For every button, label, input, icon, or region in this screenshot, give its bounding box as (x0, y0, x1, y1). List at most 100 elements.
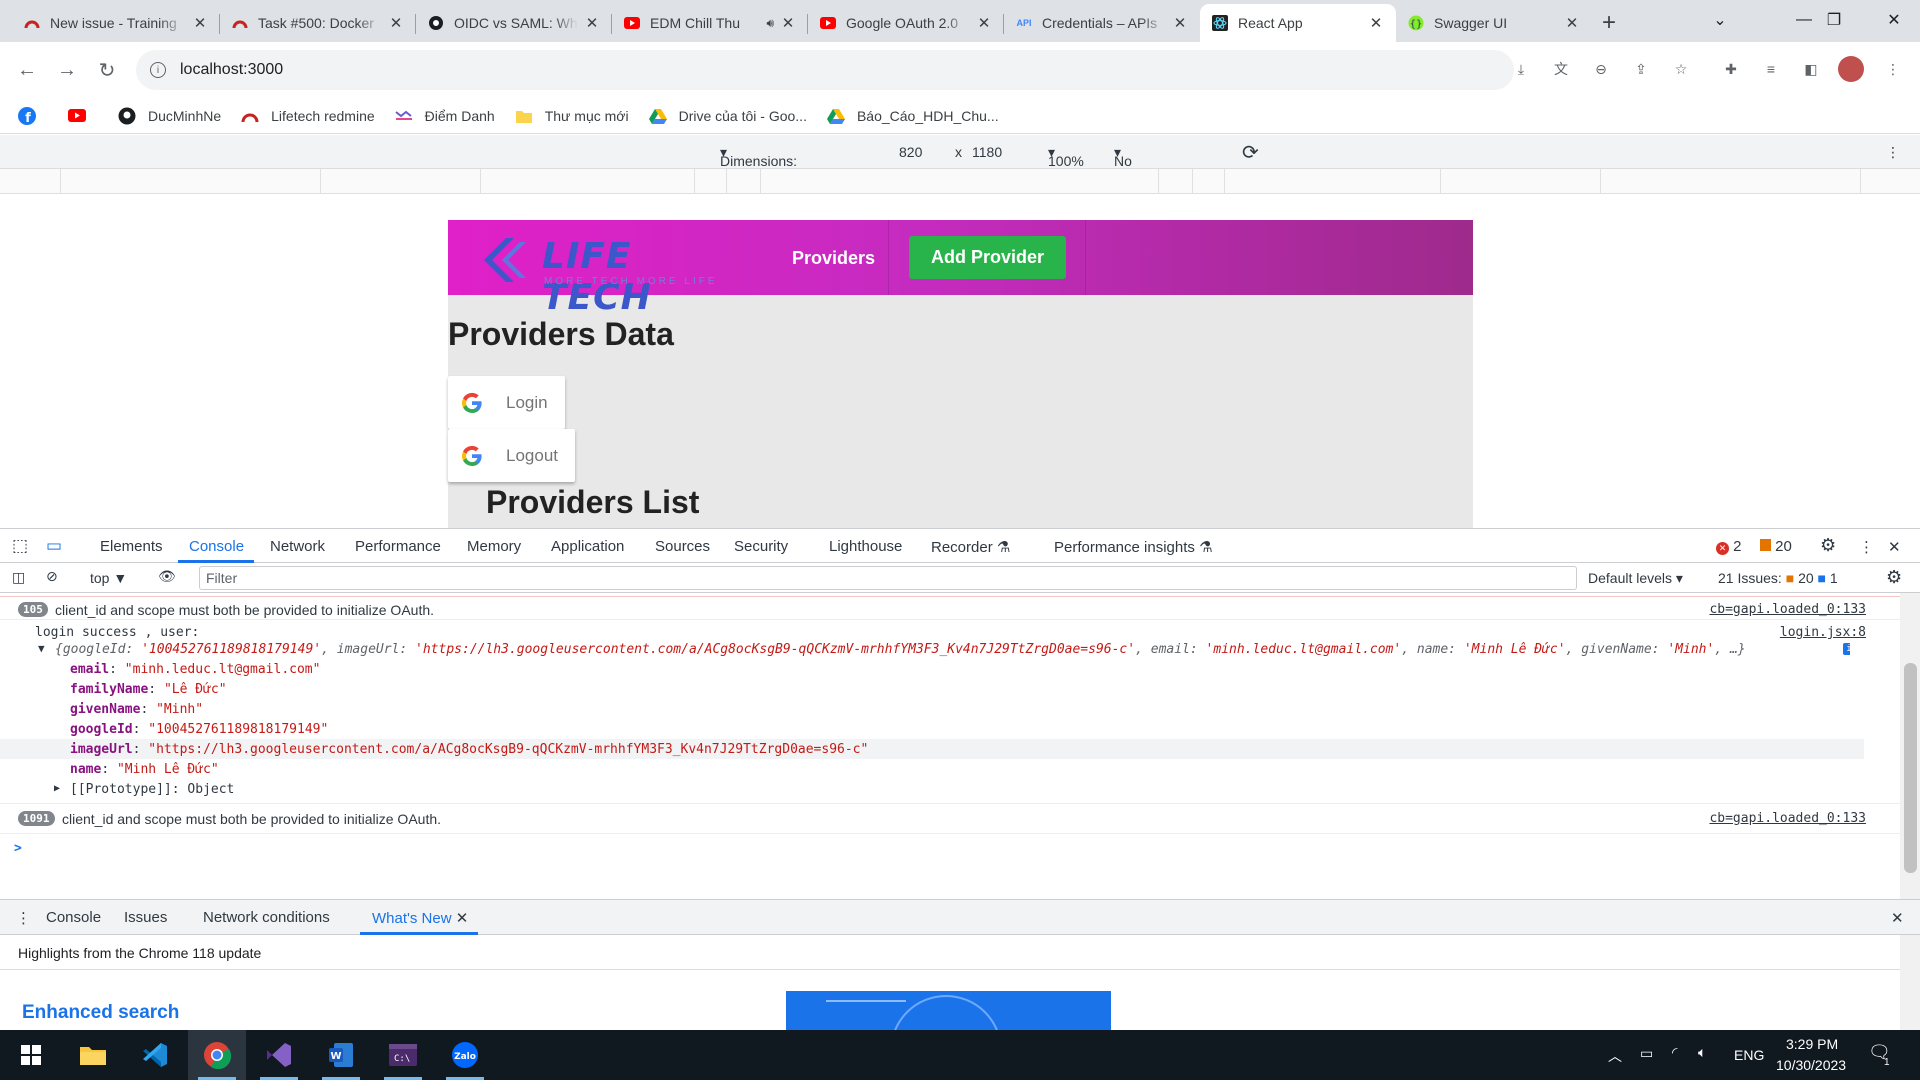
new-tab-button[interactable]: + (1592, 4, 1626, 42)
close-icon[interactable]: ✕ (388, 14, 404, 32)
tab-elements[interactable]: Elements (100, 538, 163, 555)
close-icon[interactable]: ✕ (1172, 14, 1188, 32)
close-icon[interactable]: ✕ (976, 14, 992, 32)
tab-google-oauth[interactable]: Google OAuth 2.0 ✕ (808, 4, 1004, 42)
tab-lighthouse[interactable]: Lighthouse (829, 538, 902, 555)
settings-gear-icon[interactable]: ⚙ (1820, 535, 1836, 556)
tab-oidc-vs-saml[interactable]: OIDC vs SAML: What ✕ (416, 4, 612, 42)
drawer-tab-whats-new[interactable]: What's New ✕ (372, 909, 468, 927)
tray-chevron-icon[interactable]: ︿ (1608, 1046, 1622, 1066)
file-explorer-icon[interactable] (64, 1030, 122, 1080)
tab-sources[interactable]: Sources (655, 538, 710, 555)
source-link[interactable]: login.jsx:8 (1780, 625, 1866, 640)
start-button[interactable] (2, 1030, 60, 1080)
close-drawer-icon[interactable]: ✕ (1891, 909, 1904, 927)
google-login-button[interactable]: Login (448, 376, 565, 429)
google-logout-button[interactable]: Logout (448, 429, 575, 482)
drawer-menu-icon[interactable]: ⋮ (16, 909, 31, 927)
tab-search-icon[interactable]: ⌄ (1692, 0, 1748, 40)
bookmark-lifetech-redmine[interactable]: Lifetech redmine (241, 107, 375, 125)
install-icon[interactable]: ⤓ (1508, 56, 1534, 82)
console-prompt[interactable]: > (0, 833, 1900, 863)
tab-network[interactable]: Network (270, 538, 325, 555)
lifetech-logo[interactable]: LIFE TECH MORE TECH MORE LIFE (480, 234, 730, 318)
error-count[interactable]: ✕ 2 (1716, 538, 1742, 555)
chrome-icon[interactable] (188, 1030, 246, 1080)
zalo-icon[interactable]: Zalo (436, 1030, 494, 1080)
zoom-icon[interactable]: ⊖ (1588, 56, 1614, 82)
reload-button[interactable]: ↻ (88, 51, 126, 89)
console-scrollbar[interactable] (1900, 593, 1920, 899)
menu-kebab-icon[interactable]: ⋮ (1880, 56, 1906, 82)
tab-swagger-ui[interactable]: {} Swagger UI ✕ (1396, 4, 1592, 42)
bookmark-facebook[interactable]: f (18, 106, 48, 125)
tab-recorder[interactable]: Recorder ⚗ (931, 538, 1010, 556)
info-icon[interactable]: i (1843, 643, 1850, 655)
terminal-icon[interactable]: C:\ (374, 1030, 432, 1080)
sidebar-toggle-icon[interactable]: ◫ (12, 569, 25, 586)
restore-button[interactable]: ❐ (1806, 0, 1862, 40)
media-control-icon[interactable]: ≡ (1758, 56, 1784, 82)
tab-security[interactable]: Security (734, 538, 788, 555)
bookmark-youtube[interactable] (68, 107, 98, 125)
issues-counter[interactable]: 21 Issues: ■ 20 ■ 1 (1718, 570, 1838, 586)
device-menu-icon[interactable]: ⋮ (1886, 144, 1900, 161)
avatar[interactable] (1838, 56, 1864, 82)
device-dimensions-select[interactable]: Dimensions: iPad Air ▾ (720, 144, 797, 185)
inspect-icon[interactable]: ⬚ (12, 536, 28, 556)
tab-application[interactable]: Application (551, 538, 624, 555)
input-language[interactable]: ENG (1734, 1047, 1764, 1063)
tab-memory[interactable]: Memory (467, 538, 521, 555)
clock-time[interactable]: 3:29 PM (1786, 1036, 1838, 1052)
clock-date[interactable]: 10/30/2023 (1776, 1057, 1846, 1073)
tab-performance-insights[interactable]: Performance insights ⚗ (1054, 538, 1213, 556)
info-icon[interactable]: i (150, 62, 166, 78)
tab-new-issue[interactable]: New issue - Training ✕ (12, 4, 220, 42)
console-message[interactable]: 1091 client_id and scope must both be pr… (0, 803, 1900, 833)
visual-studio-icon[interactable] (250, 1030, 308, 1080)
rotate-icon[interactable]: ⟳ (1242, 140, 1259, 165)
forward-button[interactable]: → (48, 51, 86, 89)
warning-count[interactable]: 20 (1760, 538, 1792, 555)
object-prototype[interactable]: ▶ [[Prototype]]: Object (0, 779, 1900, 799)
device-mode-icon[interactable]: ▭ (46, 536, 62, 556)
close-icon[interactable]: ✕ (1564, 14, 1580, 32)
bookmark-bao-cao[interactable]: Báo_Cáo_HDH_Chu... (826, 107, 999, 125)
side-panel-icon[interactable]: ◧ (1798, 56, 1824, 82)
tab-task-500[interactable]: Task #500: Docker ✕ (220, 4, 416, 42)
extensions-icon[interactable]: ✚ (1718, 56, 1744, 82)
speaker-icon[interactable]: 🔊︎ (766, 16, 774, 31)
word-icon[interactable]: W (312, 1030, 370, 1080)
bookmark-star-icon[interactable]: ☆ (1668, 56, 1694, 82)
expand-triangle-icon[interactable]: ▼ (38, 642, 45, 655)
tab-console[interactable]: Console (189, 538, 244, 555)
zoom-select[interactable]: 100% ▾ (1048, 144, 1084, 169)
tab-credentials[interactable]: API Credentials – APIs ✕ (1004, 4, 1200, 42)
close-icon[interactable]: ✕ (192, 14, 208, 32)
nav-providers-link[interactable]: Providers (792, 248, 875, 269)
drawer-scrollbar[interactable] (1900, 935, 1920, 1031)
expand-triangle-icon[interactable]: ▶ (54, 783, 60, 794)
back-button[interactable]: ← (8, 51, 46, 89)
bookmark-thu-muc-moi[interactable]: Thư mục mới (515, 107, 629, 125)
vscode-icon[interactable] (126, 1030, 184, 1080)
scrollbar-thumb[interactable] (1904, 663, 1917, 873)
context-select[interactable]: top ▼ (90, 570, 127, 586)
close-icon[interactable]: ✕ (456, 910, 469, 927)
bookmark-ducminhne[interactable]: DucMinhNe (118, 107, 221, 125)
throttling-select[interactable]: No throttling ▾ (1114, 144, 1168, 185)
battery-icon[interactable]: ▭ (1640, 1045, 1653, 1062)
tab-edm-chill[interactable]: EDM Chill Thu 🔊︎ ✕ (612, 4, 808, 42)
share-icon[interactable]: ⇪ (1628, 56, 1654, 82)
console-message[interactable]: 105 client_id and scope must both be pro… (0, 599, 1900, 619)
translate-icon[interactable]: 文 (1548, 56, 1574, 82)
console-settings-icon[interactable]: ⚙ (1886, 567, 1902, 588)
close-icon[interactable]: ✕ (584, 14, 600, 32)
device-height-input[interactable]: 1180 (972, 144, 1002, 160)
add-provider-button[interactable]: Add Provider (909, 236, 1066, 279)
object-summary[interactable]: ▼ {googleId: '100452761189818179149', im… (0, 639, 1850, 659)
close-icon[interactable]: ✕ (1368, 14, 1384, 32)
clear-console-icon[interactable]: ⊘ (46, 568, 58, 585)
live-expression-eye-icon[interactable]: 👁︎ (158, 568, 176, 585)
bookmark-drive[interactable]: Drive của tôi - Goo... (648, 107, 807, 125)
